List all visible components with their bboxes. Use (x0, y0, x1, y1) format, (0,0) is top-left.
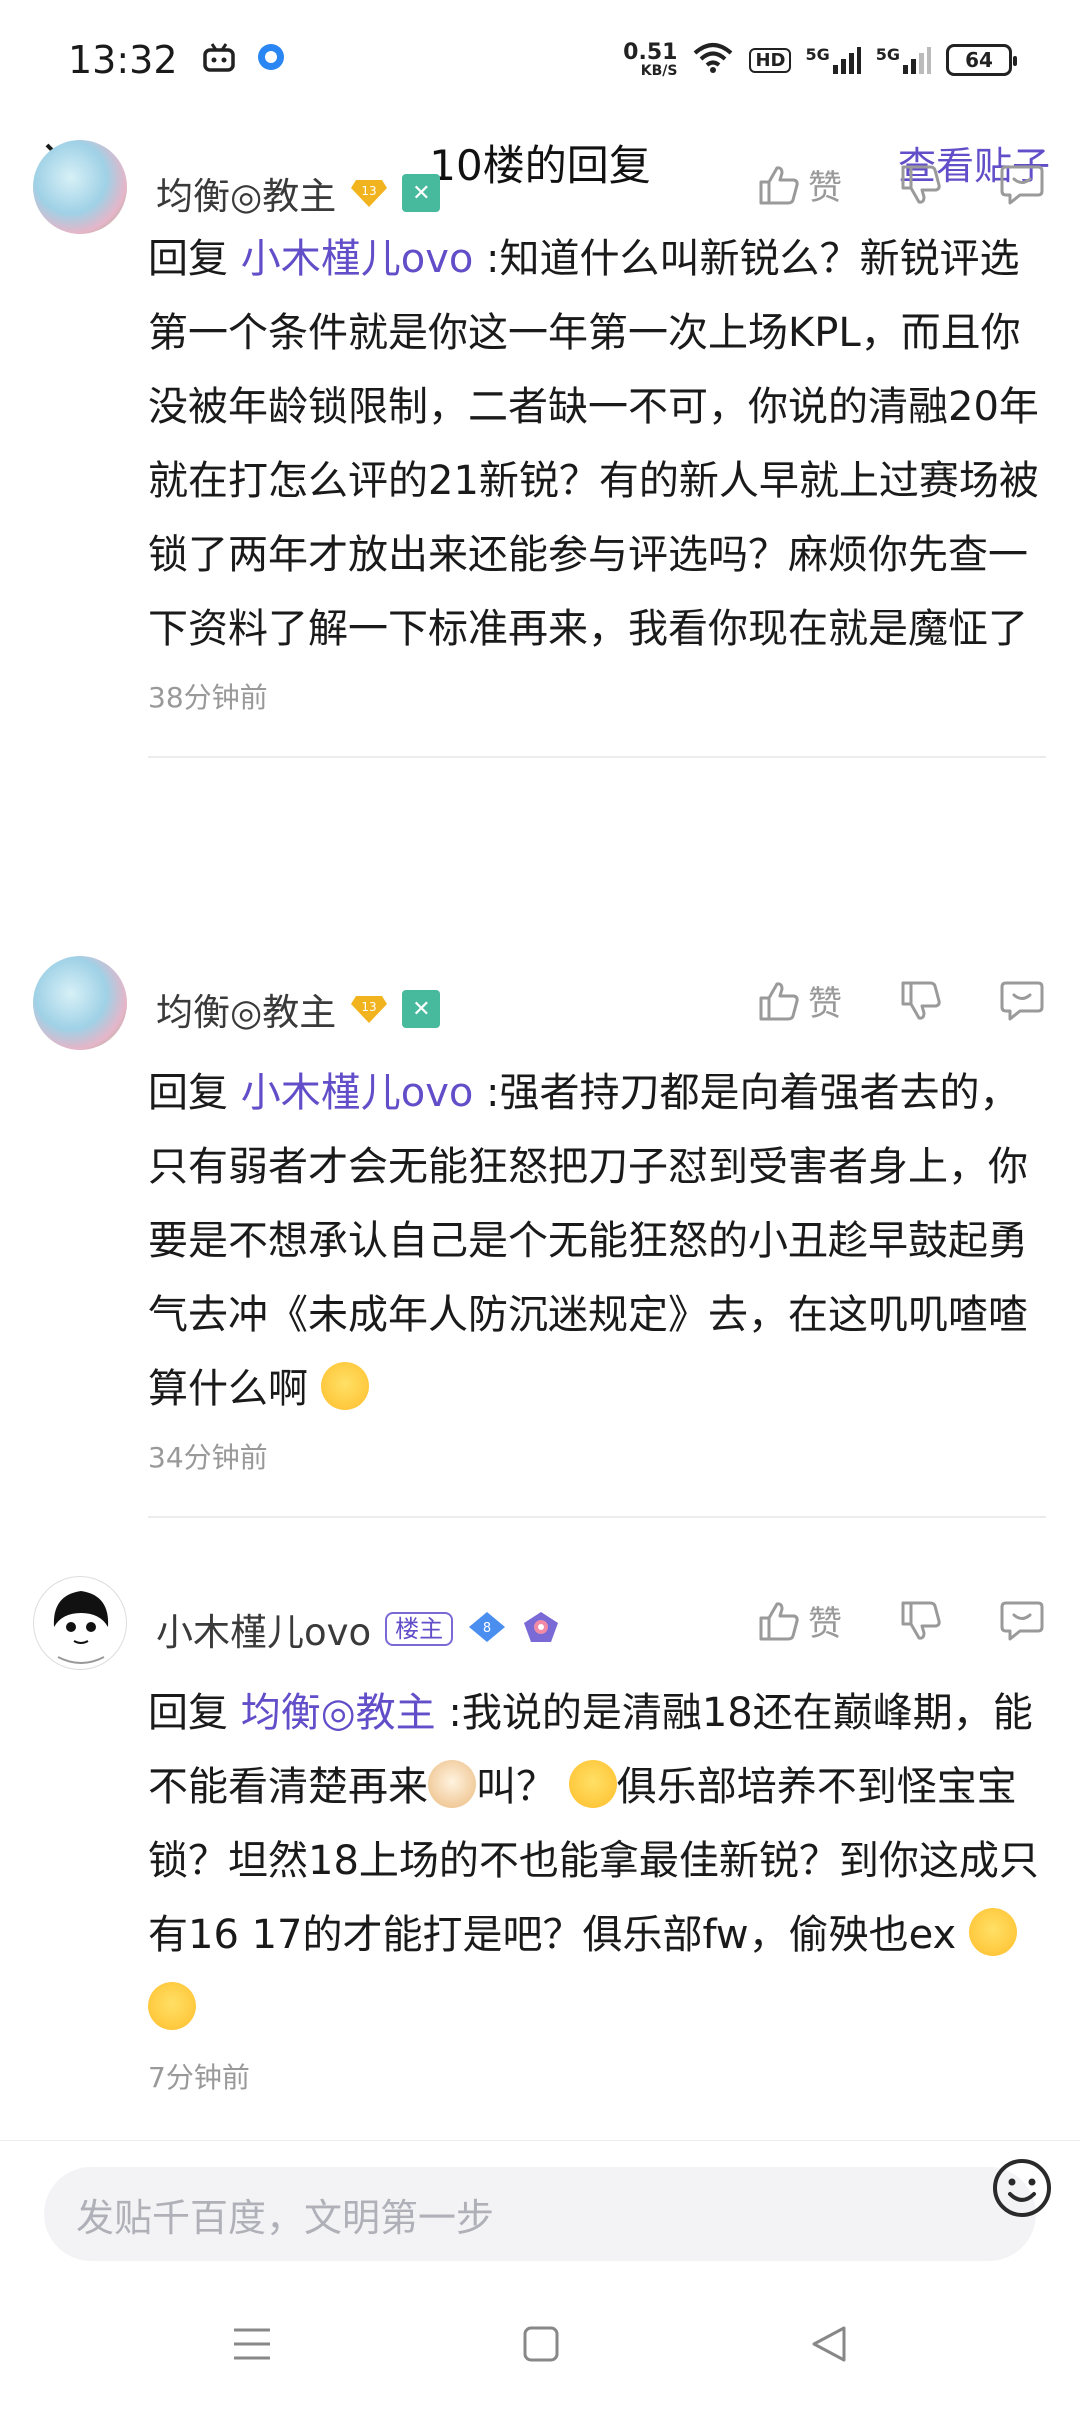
username[interactable]: 小木槿儿ovo (156, 1602, 371, 1656)
reply-text: 回复 小木槿儿ovo :知道什么叫新锐么？新锐评选第一个条件就是你这一年第一次上… (148, 236, 1039, 652)
divider (148, 756, 1046, 758)
comment-button[interactable] (1000, 164, 1044, 206)
like-button[interactable]: 赞 (758, 160, 842, 209)
hd-voice-icon: HD (749, 47, 792, 73)
thread-owner-badge: 楼主 (385, 1611, 454, 1647)
dislike-button[interactable] (900, 164, 942, 206)
mention-link[interactable]: 小木槿儿ovo (241, 1070, 474, 1116)
thumbs-down-icon (901, 981, 941, 1020)
browser-notification-icon (256, 40, 286, 81)
grin-emoji-icon (148, 1982, 196, 2030)
wifi-icon (691, 41, 735, 79)
like-button[interactable]: 赞 (758, 976, 842, 1025)
svg-text:13: 13 (362, 184, 377, 198)
smiley-icon (993, 2159, 1051, 2217)
verified-badge-icon: ✕ (402, 174, 441, 212)
system-nav-bar (0, 2280, 1080, 2412)
like-button[interactable]: 赞 (758, 1596, 842, 1645)
reply-item: 均衡◎教主 13 ✕ 赞 回复 小木槿儿ovo :知道什么叫新锐么？新锐评选第一… (0, 140, 1080, 758)
emoji-button[interactable] (990, 2156, 1054, 2224)
level-badge: 13 (350, 994, 388, 1024)
reply-input[interactable]: 发贴千百度，文明第一步 (44, 2167, 1036, 2261)
reply-item: 均衡◎教主 13 ✕ 赞 回复 小木槿儿ovo :强者持刀都是向着强者去的，只有… (0, 946, 1080, 1518)
mention-link[interactable]: 小木槿儿ovo (241, 236, 474, 282)
sweat-emoji-icon (568, 1760, 617, 1808)
thumbs-up-icon (759, 165, 799, 204)
grin-emoji-icon (320, 1362, 369, 1410)
dislike-button[interactable] (900, 1600, 942, 1642)
menu-nav-button[interactable] (232, 2326, 272, 2366)
thumbs-down-icon (901, 165, 941, 204)
verified-badge-icon: ✕ (402, 990, 441, 1028)
reply-time: 34分钟前 (148, 1441, 268, 1474)
username[interactable]: 均衡◎教主 (156, 166, 336, 220)
reply-time: 38分钟前 (148, 681, 268, 714)
thumbs-up-icon (759, 981, 799, 1020)
status-time: 13:32 (68, 38, 178, 82)
comment-icon (1000, 981, 1044, 1020)
grin-emoji-icon (968, 1908, 1017, 1956)
menu-icon (234, 2328, 270, 2360)
reply-item: 小木槿儿ovo 楼主 8 赞 回复 均衡◎教主 :我说的是清融18还在巅峰期，能… (0, 1566, 1080, 2096)
comment-icon (1000, 1601, 1044, 1640)
thumbs-up-icon (759, 1601, 799, 1640)
home-square-icon (523, 2326, 559, 2362)
level-badge: 13 (350, 178, 388, 208)
svg-text:8: 8 (483, 1621, 491, 1636)
dislike-button[interactable] (900, 980, 942, 1022)
status-bar: 13:32 0.51 KB/S HD 5G 5G 64 (0, 0, 1080, 120)
back-nav-button[interactable] (810, 2324, 848, 2368)
reply-text: 回复 小木槿儿ovo :强者持刀都是向着强者去的，只有弱者才会无能狂怒把刀子怼到… (148, 1070, 1028, 1412)
avatar[interactable] (33, 1576, 127, 1670)
reply-text: 回复 均衡◎教主 :我说的是清融18还在巅峰期，能不能看清楚再来 叫？ 俱乐部培养… (148, 1676, 1050, 2046)
reply-time: 7分钟前 (148, 2061, 250, 2094)
level-badge: 8 (467, 1610, 507, 1648)
comment-icon (1000, 165, 1044, 204)
comment-button[interactable] (1000, 1600, 1044, 1642)
username[interactable]: 均衡◎教主 (156, 982, 336, 1036)
achievement-icon (521, 1609, 561, 1649)
signal-icon-1: 5G (805, 45, 861, 75)
svg-text:13: 13 (362, 1000, 377, 1014)
app-notification-icon (202, 40, 236, 81)
thumbs-down-icon (901, 1601, 941, 1640)
network-speed: 0.51 KB/S (623, 40, 678, 79)
avatar[interactable] (33, 140, 127, 234)
avatar[interactable] (33, 956, 127, 1050)
battery-icon: 64 (946, 44, 1017, 76)
comment-button[interactable] (1000, 980, 1044, 1022)
dog-emoji-icon (428, 1760, 476, 1808)
mention-link[interactable]: 均衡◎教主 (241, 1690, 436, 1736)
signal-icon-2: 5G (876, 45, 932, 75)
reply-composer: 发贴千百度，文明第一步 (0, 2140, 1080, 2280)
divider (148, 1516, 1046, 1518)
home-nav-button[interactable] (522, 2325, 560, 2367)
back-triangle-icon (812, 2326, 846, 2362)
